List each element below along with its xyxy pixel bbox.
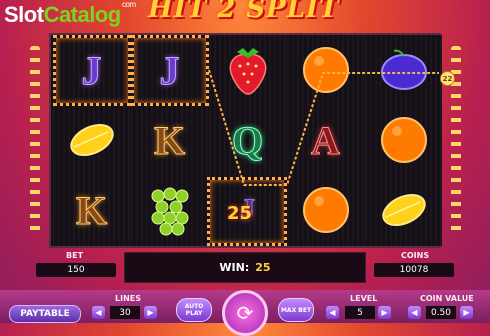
bet-label: BET xyxy=(66,251,84,260)
payline-number: 22 xyxy=(440,71,455,86)
paytable-button[interactable]: PAYTABLE xyxy=(9,305,81,323)
lines-increase-button[interactable]: ▶ xyxy=(144,306,157,319)
max-bet-button[interactable]: MAX BET xyxy=(278,298,314,322)
slotcatalog-logo: SlotCatalog com xyxy=(4,0,136,27)
autoplay-button[interactable]: AUTO PLAY xyxy=(176,298,212,322)
spin-button[interactable]: ⟳ xyxy=(222,290,268,336)
coin-value-increase-button[interactable]: ▶ xyxy=(460,306,473,319)
level-increase-button[interactable]: ▶ xyxy=(378,306,391,319)
level-decrease-button[interactable]: ◀ xyxy=(326,306,339,319)
coin-value: 0.50 xyxy=(426,306,456,319)
win-display: WIN: 25 xyxy=(124,252,366,283)
level-label: LEVEL xyxy=(350,294,378,303)
win-label: WIN: xyxy=(219,261,250,274)
lines-decrease-button[interactable]: ◀ xyxy=(92,306,105,319)
game-title: HIT 2 SPLIT xyxy=(148,0,340,24)
payline xyxy=(208,69,439,186)
lines-label: LINES xyxy=(115,294,141,303)
lines-value: 30 xyxy=(110,306,140,319)
bet-value: 150 xyxy=(36,263,116,277)
coin-value-decrease-button[interactable]: ◀ xyxy=(408,306,421,319)
spin-icon: ⟳ xyxy=(236,301,254,325)
level-value: 5 xyxy=(345,306,375,319)
marquee-lights-left xyxy=(30,46,40,236)
reel-grid: J K J K Q J A 25 xyxy=(49,33,442,248)
coin-value-label: COIN VALUE xyxy=(420,294,474,303)
coins-value: 10078 xyxy=(374,263,454,277)
coins-label: COINS xyxy=(401,251,430,260)
win-amount: 25 xyxy=(255,261,271,274)
